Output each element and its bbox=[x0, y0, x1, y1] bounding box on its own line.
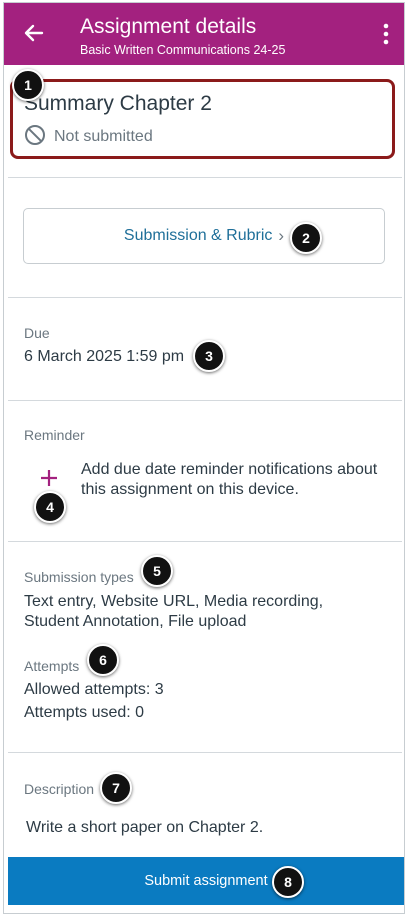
add-reminder-text[interactable]: Add due date reminder notifications abou… bbox=[81, 460, 381, 500]
attempts-used: Attempts used: 0 bbox=[24, 704, 145, 721]
due-date: 6 March 2025 1:59 pm bbox=[24, 348, 185, 365]
description-label: Description bbox=[24, 781, 95, 797]
submission-types-line-1: Text entry, Website URL, Media recording… bbox=[24, 593, 324, 610]
submit-assignment-button[interactable]: Submit assignment bbox=[8, 857, 404, 905]
callout-2: 2 bbox=[290, 222, 322, 254]
divider bbox=[8, 541, 402, 542]
divider bbox=[8, 752, 402, 753]
add-reminder-icon[interactable] bbox=[40, 469, 58, 487]
callout-5: 5 bbox=[141, 555, 173, 587]
attempts-label: Attempts bbox=[24, 658, 80, 674]
divider bbox=[8, 177, 402, 178]
submission-status: Not submitted bbox=[24, 124, 153, 151]
submission-types-label: Submission types bbox=[24, 569, 134, 585]
callout-1: 1 bbox=[12, 69, 44, 101]
submission-rubric-label: Submission & Rubric bbox=[123, 227, 273, 244]
not-submitted-icon bbox=[24, 124, 46, 151]
callout-8: 8 bbox=[272, 866, 304, 898]
callout-6: 6 bbox=[87, 644, 119, 676]
app-screen: Assignment details Basic Written Communi… bbox=[3, 2, 405, 914]
app-bar: Assignment details Basic Written Communi… bbox=[4, 3, 404, 65]
reminder-label: Reminder bbox=[24, 427, 85, 443]
course-name: Basic Written Communications 24-25 bbox=[80, 43, 286, 57]
due-label: Due bbox=[24, 325, 50, 341]
vertical-dots-icon[interactable] bbox=[382, 23, 390, 45]
callout-4: 4 bbox=[34, 491, 66, 523]
status-text: Not submitted bbox=[54, 128, 153, 145]
divider bbox=[8, 297, 402, 298]
assignment-title: Summary Chapter 2 bbox=[24, 92, 212, 115]
submission-types-line-2: Student Annotation, File upload bbox=[24, 613, 247, 630]
divider bbox=[8, 400, 402, 401]
callout-7: 7 bbox=[100, 772, 132, 804]
page-title: Assignment details bbox=[80, 15, 257, 38]
arrow-left-icon[interactable] bbox=[22, 21, 46, 45]
description-text: Write a short paper on Chapter 2. bbox=[26, 819, 264, 836]
submission-rubric-button[interactable]: Submission & Rubric › bbox=[23, 208, 385, 264]
callout-3: 3 bbox=[193, 340, 225, 372]
submit-assignment-label: Submit assignment bbox=[144, 873, 268, 889]
chevron-right-icon: › bbox=[278, 226, 285, 245]
allowed-attempts: Allowed attempts: 3 bbox=[24, 681, 164, 698]
